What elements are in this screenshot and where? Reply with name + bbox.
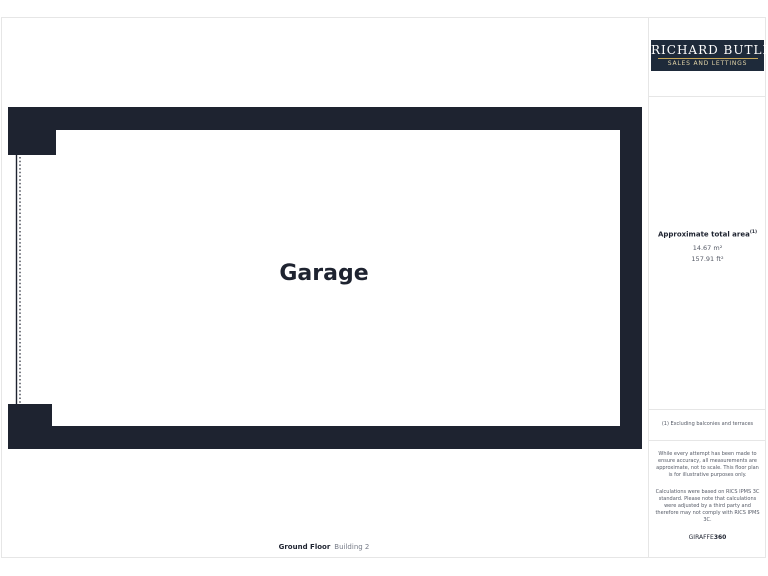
area-title-text: Approximate total area <box>657 230 750 239</box>
floor-plan: Garage <box>8 107 642 449</box>
logo-name: RICHARD BUTLER <box>651 43 768 57</box>
agency-logo: RICHARD BUTLER SALES AND LETTINGS <box>651 40 768 71</box>
panel-divider <box>649 409 766 410</box>
calculation-note: Calculations were based on RICS IPMS 3C … <box>655 489 760 523</box>
floor-name: Ground Floor <box>278 543 331 551</box>
area-title: Approximate total area(1) <box>651 230 764 238</box>
area-footnote-mark: (1) <box>749 230 758 235</box>
wall-pier-top <box>8 130 56 155</box>
building-name: Building 2 <box>334 543 370 551</box>
room-label-garage: Garage <box>279 261 368 286</box>
brand-prefix: GIRAFFE <box>688 534 714 541</box>
disclaimer-note: While every attempt has been made to ens… <box>656 451 759 478</box>
panel-divider <box>649 96 766 97</box>
panel-divider <box>649 440 766 441</box>
area-sqft: 157.91 ft² <box>691 255 724 263</box>
giraffe-brand: GIRAFFE360 <box>651 534 764 541</box>
wall-pier-bottom <box>8 404 52 426</box>
area-sqm: 14.67 m² <box>692 244 723 252</box>
floor-caption: Ground Floor Building 2 <box>0 543 648 551</box>
excluding-note: (1) Excluding balconies and terraces <box>661 421 754 427</box>
logo-tagline: SALES AND LETTINGS <box>667 60 748 67</box>
door-opening-frame <box>8 155 20 404</box>
brand-suffix: 360 <box>713 534 727 541</box>
